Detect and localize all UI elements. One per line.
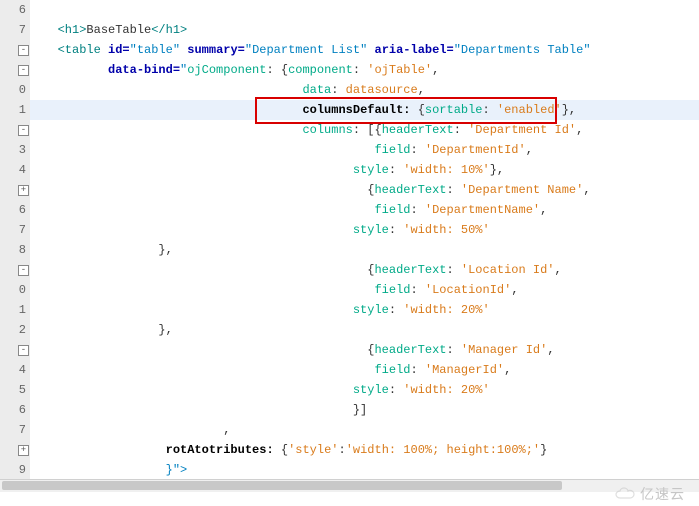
code-line[interactable]: - <table id="table" summary="Department … bbox=[30, 40, 699, 60]
code-line-highlighted[interactable]: columnsDefault: {sortable: 'enabled'}, bbox=[30, 100, 699, 120]
code-line[interactable]: - columns: [{headerText: 'Department Id'… bbox=[30, 120, 699, 140]
code-line[interactable]: - data-bind="ojComponent: {component: 'o… bbox=[30, 60, 699, 80]
code-line[interactable]: }, bbox=[30, 320, 699, 340]
line-number: 4 bbox=[0, 360, 30, 380]
code-line[interactable]: field: 'DepartmentId', bbox=[30, 140, 699, 160]
code-line[interactable]: - {headerText: 'Location Id', bbox=[30, 260, 699, 280]
fold-toggle[interactable]: - bbox=[18, 45, 29, 56]
line-number: 4 bbox=[0, 160, 30, 180]
line-number: 7 bbox=[0, 220, 30, 240]
line-number: 6 bbox=[0, 200, 30, 220]
code-line[interactable]: - {headerText: 'Manager Id', bbox=[30, 340, 699, 360]
line-number: 2 bbox=[0, 320, 30, 340]
code-area[interactable]: <h1>BaseTable</h1> - <table id="table" s… bbox=[30, 0, 699, 480]
horizontal-scrollbar[interactable] bbox=[0, 479, 699, 492]
code-line[interactable]: data: datasource, bbox=[30, 80, 699, 100]
watermark-text: 亿速云 bbox=[640, 484, 685, 504]
line-number: 1 bbox=[0, 300, 30, 320]
line-number: 6 bbox=[0, 400, 30, 420]
line-number: 7 bbox=[0, 20, 30, 40]
cloud-icon bbox=[614, 487, 636, 501]
line-number: 7 bbox=[0, 420, 30, 440]
code-line[interactable]: style: 'width: 20%' bbox=[30, 300, 699, 320]
line-number: 5 bbox=[0, 380, 30, 400]
code-line[interactable]: + rotAtotributes: {'style':'width: 100%;… bbox=[30, 440, 699, 460]
line-number: 1 bbox=[0, 100, 30, 120]
code-line[interactable]: }] bbox=[30, 400, 699, 420]
fold-toggle[interactable]: - bbox=[18, 125, 29, 136]
code-line[interactable]: , bbox=[30, 420, 699, 440]
code-line[interactable]: field: 'DepartmentName', bbox=[30, 200, 699, 220]
code-line[interactable]: style: 'width: 50%' bbox=[30, 220, 699, 240]
fold-toggle[interactable]: - bbox=[18, 65, 29, 76]
code-line[interactable]: }"> bbox=[30, 460, 699, 480]
fold-toggle[interactable]: - bbox=[18, 345, 29, 356]
code-line[interactable]: }, bbox=[30, 240, 699, 260]
watermark: 亿速云 bbox=[614, 484, 685, 504]
fold-toggle[interactable]: + bbox=[18, 445, 29, 456]
scroll-thumb[interactable] bbox=[2, 481, 562, 490]
fold-toggle[interactable]: - bbox=[18, 265, 29, 276]
line-number: 0 bbox=[0, 280, 30, 300]
code-line[interactable]: style: 'width: 20%' bbox=[30, 380, 699, 400]
code-line[interactable]: + {headerText: 'Department Name', bbox=[30, 180, 699, 200]
fold-toggle[interactable]: + bbox=[18, 185, 29, 196]
code-line[interactable]: style: 'width: 10%'}, bbox=[30, 160, 699, 180]
code-line[interactable]: field: 'LocationId', bbox=[30, 280, 699, 300]
code-line[interactable] bbox=[30, 0, 699, 20]
line-number: 3 bbox=[0, 140, 30, 160]
line-number: 9 bbox=[0, 460, 30, 480]
line-number: 6 bbox=[0, 0, 30, 20]
line-number: 0 bbox=[0, 80, 30, 100]
code-editor: 6 7 8 9 0 1 2 3 4 5 6 7 8 9 0 1 2 3 4 5 … bbox=[0, 0, 699, 506]
code-line[interactable]: <h1>BaseTable</h1> bbox=[30, 20, 699, 40]
line-number: 8 bbox=[0, 240, 30, 260]
code-line[interactable]: field: 'ManagerId', bbox=[30, 360, 699, 380]
